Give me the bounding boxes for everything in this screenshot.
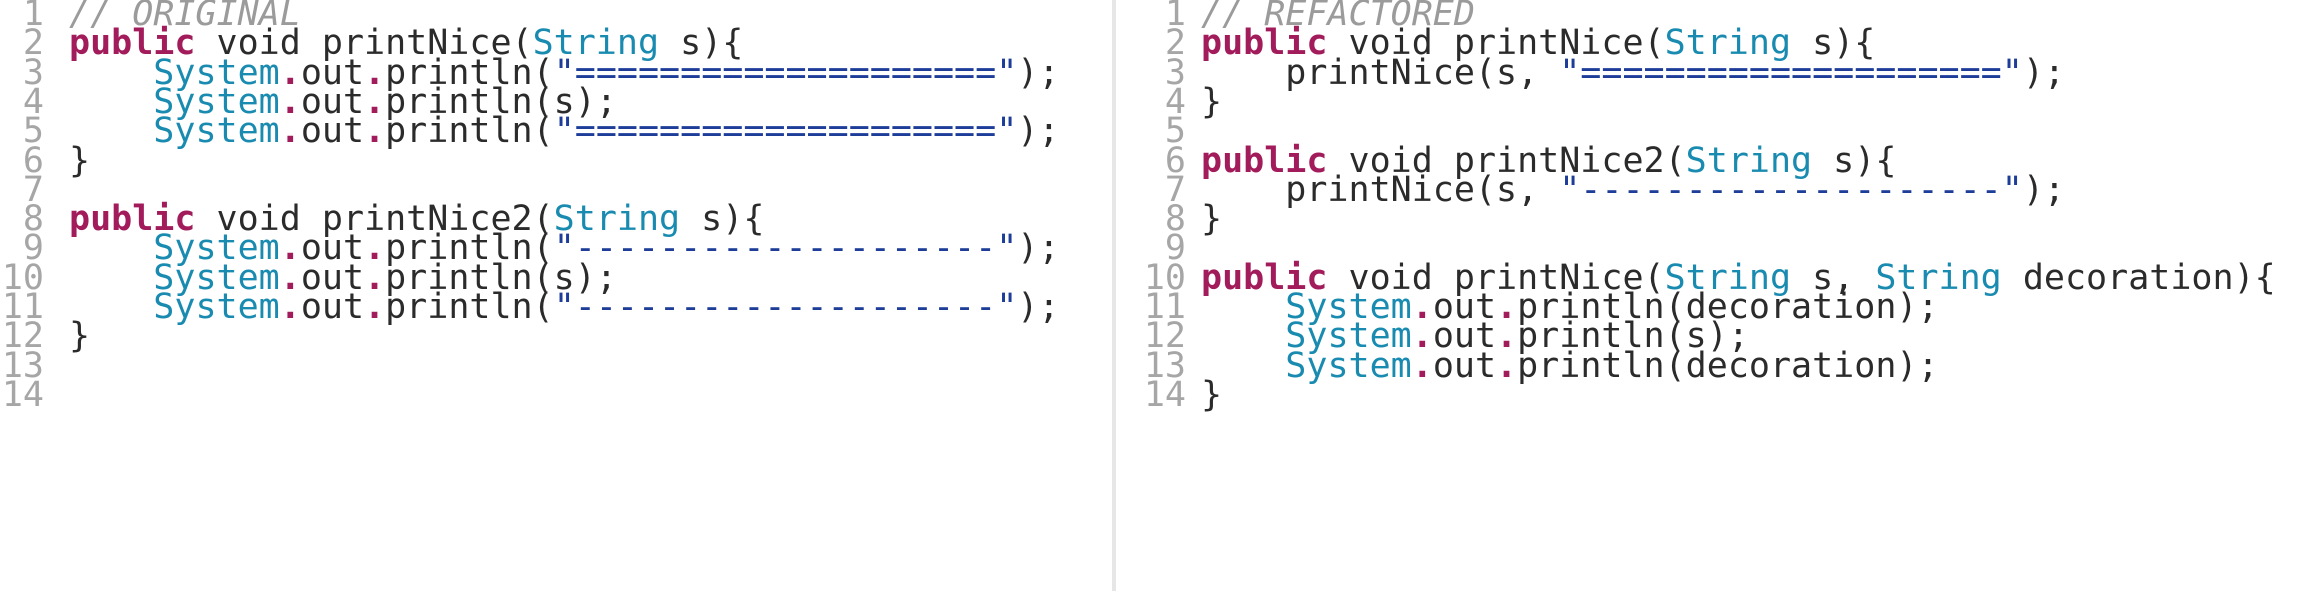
code-token: println( [385,111,554,152]
dot-token: . [364,287,386,327]
line-number: 14 [1,374,44,415]
line-number: 14 [1143,374,1186,415]
code-token: ); [2022,52,2065,93]
code-token: } [69,140,91,181]
code-token: } [1201,81,1223,122]
code-line[interactable]: 11 System.out.println("-----------------… [0,286,1060,329]
code-line[interactable]: 3 printNice(s, "===================="); [1116,52,2065,95]
string-token: "====================" [553,111,1018,152]
dot-token: . [1496,345,1518,386]
type-token: System [1285,345,1412,386]
editor-pane-original[interactable]: 1// ORIGINAL 2 public void printNice(Strin… [0,0,1112,591]
string-token: "====================" [1559,52,2023,93]
code-token: decoration){ [2001,257,2276,298]
code-text: System.out.println(decoration); [1186,345,1939,388]
code-line[interactable]: 14} [1116,374,1222,417]
code-token: ); [1017,111,1060,152]
code-line[interactable]: 5 System.out.println("==================… [0,110,1060,153]
code-text: System.out.println("====================… [44,110,1059,153]
code-token: ); [1017,287,1060,327]
code-line[interactable]: 13 System.out.println(decoration); [1116,345,1939,388]
dot-token: . [279,111,301,152]
code-text: System.out.println("--------------------… [44,286,1059,329]
code-token: out [300,111,365,152]
code-token: out [300,287,365,327]
type-token: System [153,111,280,152]
string-token: "--------------------" [553,287,1018,327]
code-token: println(decoration); [1517,345,1939,386]
dot-token: . [1411,345,1433,386]
dot-token: . [279,287,301,327]
string-token: "--------------------" [553,228,1018,269]
code-token: printNice(s, [1201,52,1560,93]
code-text: printNice(s, "===================="); [1186,52,2065,95]
code-text: printNice(s, "--------------------"); [1186,169,2065,212]
code-line[interactable]: 7 printNice(s, "--------------------"); [1116,169,2065,212]
code-token: println( [385,287,554,327]
editor-pane-refactored[interactable]: 1// REFACTORED 2 public void printNice(Str… [1116,0,2311,591]
code-token: ); [1017,52,1060,93]
code-line[interactable]: 14 [0,374,69,417]
code-token: ); [2022,169,2065,210]
string-token: "====================" [553,52,1018,93]
code-token: } [69,316,91,357]
code-token: printNice(s, [1201,169,1560,210]
code-token: ); [1017,228,1060,269]
code-token: } [1201,374,1223,415]
dot-token: . [364,111,386,152]
code-token: } [1201,199,1223,240]
type-token: System [153,287,280,327]
code-text: } [1186,374,1222,417]
string-token: "--------------------" [1559,169,2023,210]
code-token: out [1432,345,1497,386]
